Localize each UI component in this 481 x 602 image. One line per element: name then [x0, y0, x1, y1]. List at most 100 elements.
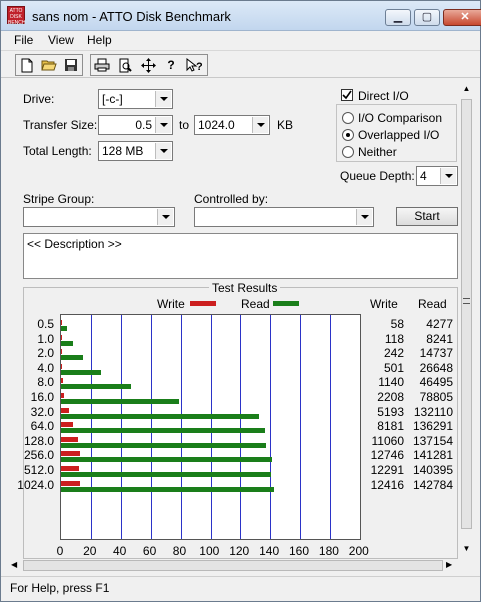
chevron-down-icon[interactable] [252, 117, 268, 133]
vertical-scroll-thumb[interactable] [461, 99, 472, 529]
read-value: 78805 [419, 390, 453, 404]
title-bar[interactable]: ATTO DISK BENCH sans nom - ATTO Disk Ben… [1, 1, 481, 31]
category-label: 512.0 [23, 463, 54, 477]
close-button[interactable]: ✕ [443, 9, 481, 26]
read-value: 26648 [419, 360, 453, 375]
print-icon[interactable] [92, 56, 112, 75]
help-icon[interactable]: ? [161, 56, 181, 75]
toolbar: ? ? [1, 50, 480, 78]
write-bar [61, 407, 69, 413]
legend-read-swatch [273, 301, 299, 306]
scroll-up-icon[interactable]: ▲ [462, 84, 471, 93]
transfer-to-select[interactable]: 1024.0 [194, 115, 270, 135]
start-button[interactable]: Start [396, 207, 458, 226]
x-tick-label: 180 [318, 544, 339, 558]
chevron-down-icon[interactable] [155, 117, 171, 133]
write-value: 2208 [377, 390, 404, 404]
chevron-down-icon[interactable] [157, 209, 173, 225]
scroll-down-icon[interactable]: ▼ [462, 544, 471, 553]
horizontal-scroll-thumb[interactable] [23, 560, 443, 571]
atto-app-icon: ATTO DISK BENCH [7, 6, 26, 26]
io-comparison-radio[interactable] [342, 112, 354, 124]
direct-io-label[interactable]: Direct I/O [358, 89, 409, 103]
transfer-from-value: 0.5 [135, 118, 152, 132]
vertical-scrollbar[interactable]: ▲ ▼ [460, 81, 473, 559]
read-column-header: Read [418, 297, 447, 311]
grid-line [270, 315, 272, 539]
read-bar [61, 457, 273, 463]
drive-select[interactable]: [-c-] [98, 89, 173, 109]
svg-text:?: ? [196, 61, 202, 73]
save-icon[interactable] [61, 56, 81, 75]
description-box[interactable]: << Description >> [23, 233, 458, 279]
maximize-button[interactable]: ▢ [414, 9, 440, 26]
legend-read-label: Read [241, 297, 270, 311]
overlapped-io-label[interactable]: Overlapped I/O [358, 128, 439, 142]
neither-radio[interactable] [342, 146, 354, 158]
io-comparison-label[interactable]: I/O Comparison [358, 111, 442, 125]
transfer-unit-label: KB [277, 118, 294, 132]
open-icon[interactable] [39, 56, 59, 75]
x-tick-label: 20 [83, 544, 97, 558]
total-length-label: Total Length: [23, 144, 92, 158]
write-bar [61, 393, 65, 398]
stripe-group-select[interactable] [23, 207, 175, 227]
new-icon[interactable] [17, 56, 37, 75]
write-value: 58 [390, 317, 404, 331]
chevron-down-icon[interactable] [155, 91, 171, 107]
read-bar [61, 369, 101, 375]
scroll-right-icon[interactable]: ▶ [446, 560, 452, 569]
write-bar [61, 378, 63, 384]
chevron-down-icon[interactable] [155, 143, 171, 159]
menu-view[interactable]: View [48, 33, 74, 47]
category-label: 0.5 [37, 317, 54, 331]
queue-depth-value: 4 [420, 169, 427, 183]
read-bar [61, 384, 131, 390]
overlapped-io-radio[interactable] [342, 129, 354, 141]
horizontal-scrollbar[interactable]: ◀ ▶ [9, 559, 459, 572]
results-chart [60, 314, 361, 540]
write-bar [61, 466, 80, 471]
total-length-select[interactable]: 128 MB [98, 141, 173, 161]
description-text: << Description >> [27, 237, 122, 251]
drive-label: Drive: [23, 92, 55, 106]
category-label: 1024.0 [17, 477, 54, 492]
scroll-left-icon[interactable]: ◀ [11, 560, 17, 569]
menu-bar: File View Help [1, 31, 480, 50]
neither-label[interactable]: Neither [358, 145, 397, 159]
read-bar [61, 428, 265, 434]
direct-io-checkbox[interactable] [341, 89, 353, 101]
minimize-button[interactable]: ▁ [385, 9, 411, 26]
read-bar [61, 355, 84, 361]
x-tick-label: 120 [229, 544, 250, 558]
chevron-down-icon[interactable] [440, 168, 456, 184]
category-label: 2.0 [37, 346, 54, 361]
drive-value: [-c-] [102, 92, 123, 106]
x-tick-label: 60 [142, 544, 157, 558]
chevron-down-icon[interactable] [356, 209, 372, 225]
print-preview-icon[interactable] [115, 56, 135, 75]
read-value: 141281 [412, 448, 453, 463]
read-value: 4277 [426, 317, 453, 331]
read-value: 140395 [412, 463, 453, 477]
menu-help[interactable]: Help [87, 33, 112, 47]
x-tick-label: 0 [56, 544, 64, 558]
toolbar-file-group [15, 54, 83, 76]
legend-write-label: Write [157, 297, 185, 311]
write-bar [61, 451, 81, 457]
queue-depth-select[interactable]: 4 [416, 166, 458, 186]
controlled-by-select[interactable] [194, 207, 374, 227]
grid-line [180, 315, 182, 539]
read-value: 142784 [412, 477, 453, 492]
write-value: 8181 [377, 419, 404, 434]
move-icon[interactable] [138, 56, 158, 75]
category-label: 4.0 [37, 360, 54, 375]
category-label: 256.0 [23, 448, 54, 463]
menu-file[interactable]: File [14, 33, 33, 47]
context-help-icon[interactable]: ? [184, 56, 204, 75]
category-label: 1.0 [37, 331, 54, 346]
write-value: 242 [383, 346, 404, 361]
transfer-from-select[interactable]: 0.5 [98, 115, 173, 135]
write-bar [61, 363, 62, 369]
read-value: 132110 [413, 404, 453, 419]
